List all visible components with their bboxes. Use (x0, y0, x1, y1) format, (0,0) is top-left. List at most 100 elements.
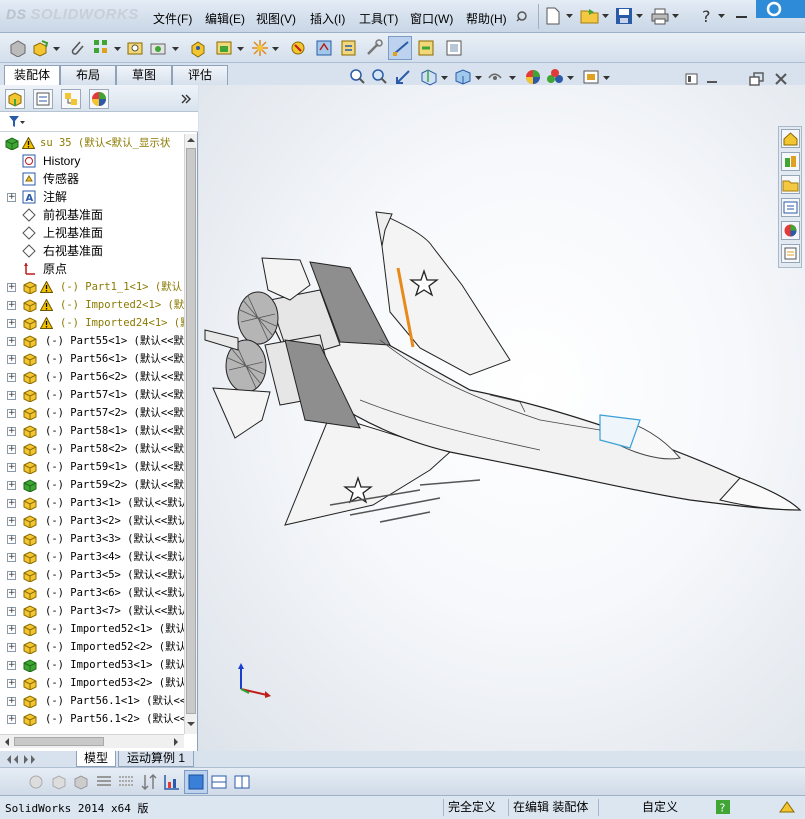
appearance-icon[interactable] (523, 67, 543, 87)
menu-help[interactable]: 帮助(H) (466, 10, 507, 27)
menu-file[interactable]: 文件(F) (153, 10, 192, 27)
tree-part-row[interactable]: + (-) Part56.1<1> (默认<< (0, 692, 184, 710)
sketch-icon[interactable] (391, 38, 411, 58)
su35-model[interactable] (199, 85, 805, 751)
expand-toggle[interactable]: + (7, 679, 16, 688)
expand-toggle[interactable]: + (7, 337, 16, 346)
expand-toggle[interactable]: + (7, 607, 16, 616)
mate-icon[interactable] (148, 38, 170, 58)
print-icon[interactable] (650, 7, 670, 25)
tree-part-row[interactable]: + (-) Part3<4> (默认<<默认 (0, 548, 184, 566)
expand-toggle[interactable]: + (7, 571, 16, 580)
assembly-features-icon[interactable] (416, 38, 438, 58)
expand-toggle[interactable]: + (7, 409, 16, 418)
chevron-down-icon[interactable] (602, 14, 609, 19)
view-settings-icon[interactable] (581, 67, 601, 87)
tab-sketch[interactable]: 草图 (116, 65, 172, 85)
tree-item[interactable]: 前视基准面 (0, 206, 184, 224)
view-palette-icon[interactable] (781, 198, 800, 217)
tree-part-row[interactable]: + (-) Part59<1> (默认<<默 (0, 458, 184, 476)
scene-icon[interactable] (545, 67, 565, 87)
chevron-down-icon[interactable] (272, 47, 279, 52)
tools-icon[interactable] (364, 38, 386, 58)
expand-toggle[interactable]: + (7, 301, 16, 310)
design-library-icon[interactable] (781, 152, 800, 171)
expand-toggle[interactable]: + (7, 661, 16, 670)
expand-toggle[interactable]: + (7, 427, 16, 436)
move-component-icon[interactable] (188, 38, 210, 58)
window-close-icon[interactable] (774, 72, 788, 86)
tree-item[interactable]: History (0, 152, 184, 170)
chevron-down-icon[interactable] (172, 47, 179, 52)
paperclip-icon[interactable] (68, 39, 86, 57)
chevron-down-icon[interactable] (114, 47, 121, 52)
expand-toggle[interactable]: + (7, 355, 16, 364)
chevron-down-icon[interactable] (718, 14, 725, 19)
expand-toggle[interactable]: + (7, 643, 16, 652)
shaded-icon[interactable] (72, 773, 90, 791)
tree-vertical-scrollbar[interactable] (184, 134, 197, 734)
pin-icon[interactable] (514, 8, 530, 24)
chevron-down-icon[interactable] (441, 76, 448, 81)
chevron-down-icon[interactable] (636, 14, 643, 19)
smart-dimension-icon[interactable] (27, 773, 45, 791)
new-document-icon[interactable] (545, 7, 561, 25)
tree-item[interactable]: + A 注解 (0, 188, 184, 206)
sort-icon[interactable] (140, 773, 158, 791)
expand-toggle[interactable]: + (7, 193, 16, 202)
tree-part-row[interactable]: + (-) Part1_1<1> (默认 (0, 278, 184, 296)
previous-view-icon[interactable] (394, 68, 412, 86)
expand-toggle[interactable]: + (7, 535, 16, 544)
chevron-down-icon[interactable] (475, 76, 482, 81)
chevron-down-icon[interactable] (509, 76, 516, 81)
pattern-icon[interactable] (92, 38, 110, 58)
filter-icon[interactable] (8, 115, 26, 129)
tree-part-row[interactable]: + (-) Part3<5> (默认<<默认 (0, 566, 184, 584)
window-view-icon[interactable] (187, 773, 205, 791)
assembly-icon[interactable] (32, 38, 52, 58)
tree-part-row[interactable]: + (-) Imported52<1> (默认 (0, 620, 184, 638)
dotted-grid-icon[interactable] (117, 773, 135, 791)
menu-tools[interactable]: 工具(T) (359, 10, 398, 27)
options-icon[interactable] (338, 38, 360, 58)
minimize-icon[interactable] (735, 11, 749, 19)
expand-right-icon[interactable] (180, 93, 192, 105)
smart-fasteners-icon[interactable] (125, 38, 147, 58)
tree-part-row[interactable]: + (-) Part3<6> (默认<<默认 (0, 584, 184, 602)
custom-properties-icon[interactable] (781, 244, 800, 263)
expand-toggle[interactable]: + (7, 499, 16, 508)
tree-item[interactable]: 原点 (0, 260, 184, 278)
expand-toggle[interactable]: + (7, 319, 16, 328)
tree-item[interactable]: 传感器 (0, 170, 184, 188)
vertical-split-icon[interactable] (233, 773, 251, 791)
tab-assembly[interactable]: 装配体 (4, 65, 60, 86)
open-folder-icon[interactable] (580, 7, 600, 25)
expand-toggle[interactable]: + (7, 589, 16, 598)
instant3d-icon[interactable] (314, 38, 336, 58)
expand-toggle[interactable]: + (7, 373, 16, 382)
save-icon[interactable] (615, 7, 633, 25)
chevron-down-icon[interactable] (237, 47, 244, 52)
tree-part-row[interactable]: + (-) Part58<2> (默认<<默 (0, 440, 184, 458)
scroll-thumb[interactable] (186, 148, 196, 714)
tab-motion-study[interactable]: 运动算例 1 (118, 751, 194, 767)
expand-toggle[interactable]: + (7, 517, 16, 526)
tree-part-row[interactable]: + (-) Part3<7> (默认<<默认 (0, 602, 184, 620)
scroll-right-icon[interactable] (173, 738, 179, 746)
expand-toggle[interactable]: + (7, 283, 16, 292)
tree-part-row[interactable]: + (-) Part56<1> (默认<<默 (0, 350, 184, 368)
hscroll-thumb[interactable] (14, 737, 104, 746)
feature-manager-tab[interactable] (5, 89, 25, 109)
expand-toggle[interactable]: + (7, 715, 16, 724)
tree-part-row[interactable]: + (-) Part57<2> (默认<<默 (0, 404, 184, 422)
display-manager-tab[interactable] (89, 89, 109, 109)
tree-part-row[interactable]: + (-) Part3<3> (默认<<默认 (0, 530, 184, 548)
expand-toggle[interactable]: + (7, 625, 16, 634)
tab-evaluate[interactable]: 评估 (172, 65, 228, 85)
tree-part-row[interactable]: + (-) Part56<2> (默认<<默 (0, 368, 184, 386)
status-custom-units[interactable]: 自定义 (598, 799, 698, 816)
list-icon[interactable] (95, 773, 113, 791)
file-explorer-icon[interactable] (781, 175, 800, 194)
tree-part-row[interactable]: + (-) Imported53<1> (默认 (0, 656, 184, 674)
configuration-manager-tab[interactable] (61, 89, 81, 109)
